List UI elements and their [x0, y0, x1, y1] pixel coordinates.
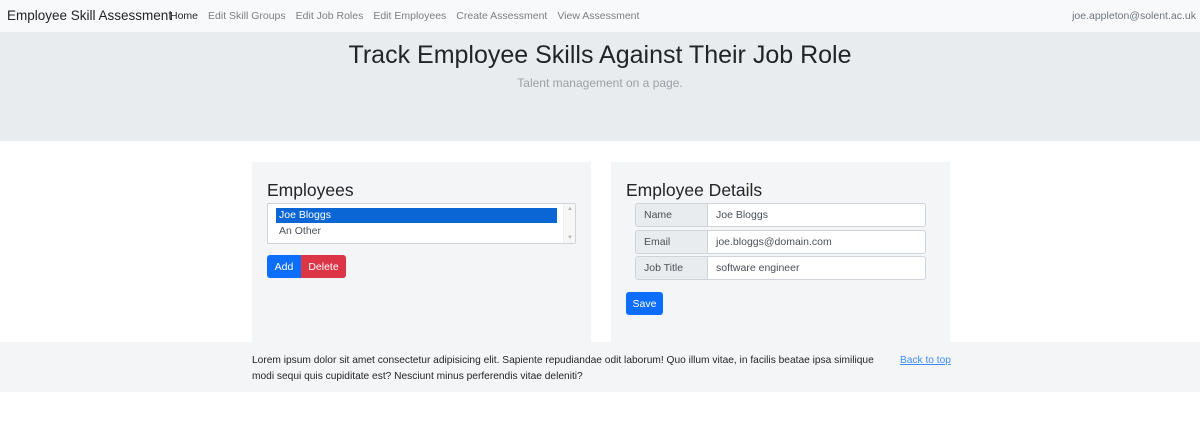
brand-title[interactable]: Employee Skill Assessment: [7, 8, 172, 23]
nav-link-edit-employees[interactable]: Edit Employees: [373, 10, 446, 22]
hero-banner: Track Employee Skills Against Their Job …: [0, 32, 1200, 141]
employees-heading: Employees: [267, 180, 354, 200]
nav-links: Home Edit Skill Groups Edit Job Roles Ed…: [170, 10, 649, 22]
listbox-scrollbar[interactable]: ▲ ▼: [563, 204, 575, 243]
back-to-top-link[interactable]: Back to top: [900, 353, 951, 369]
employee-listbox[interactable]: Joe Bloggs An Other ▲ ▼: [267, 203, 576, 244]
list-item[interactable]: Joe Bloggs: [276, 208, 557, 223]
job-title-label: Job Title: [635, 256, 707, 280]
nav-link-edit-skill-groups[interactable]: Edit Skill Groups: [208, 10, 286, 22]
name-label: Name: [635, 203, 707, 227]
name-input[interactable]: Joe Bloggs: [707, 203, 926, 227]
employee-details-panel: Employee Details Name Joe Bloggs Email j…: [611, 162, 950, 342]
name-field-group: Name Joe Bloggs: [635, 203, 926, 227]
job-title-input[interactable]: software engineer: [707, 256, 926, 280]
nav-link-home[interactable]: Home: [170, 10, 198, 22]
add-employee-button[interactable]: Add: [267, 255, 301, 278]
top-navbar: Employee Skill Assessment Home Edit Skil…: [0, 0, 1200, 32]
email-input[interactable]: joe.bloggs@domain.com: [707, 230, 926, 254]
footer-text: Lorem ipsum dolor sit amet consectetur a…: [252, 355, 874, 382]
email-field-group: Email joe.bloggs@domain.com: [635, 230, 926, 254]
page-title: Track Employee Skills Against Their Job …: [348, 41, 852, 69]
delete-employee-button[interactable]: Delete: [301, 255, 346, 278]
page-footer: Lorem ipsum dolor sit amet consectetur a…: [0, 342, 1200, 392]
save-button[interactable]: Save: [626, 292, 663, 315]
user-email: joe.appleton@solent.ac.uk: [1072, 10, 1196, 22]
email-label: Email: [635, 230, 707, 254]
details-heading: Employee Details: [626, 180, 763, 200]
employees-panel: Employees Joe Bloggs An Other ▲ ▼ Add De…: [252, 162, 591, 342]
nav-link-edit-job-roles[interactable]: Edit Job Roles: [296, 10, 364, 22]
job-title-field-group: Job Title software engineer: [635, 256, 926, 280]
nav-link-create-assessment[interactable]: Create Assessment: [456, 10, 547, 22]
scroll-down-icon[interactable]: ▼: [567, 235, 573, 241]
list-item[interactable]: An Other: [276, 224, 321, 239]
scroll-up-icon[interactable]: ▲: [567, 206, 573, 212]
page-subtitle: Talent management on a page.: [517, 76, 683, 90]
nav-link-view-assessment[interactable]: View Assessment: [557, 10, 639, 22]
